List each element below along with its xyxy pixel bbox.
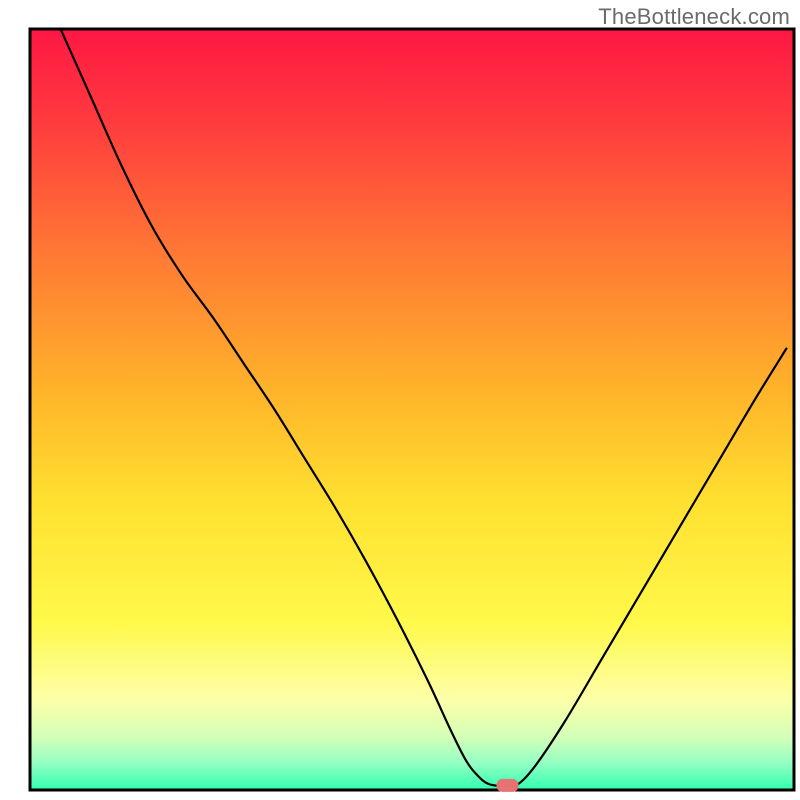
watermark-text: TheBottleneck.com (598, 4, 790, 30)
optimal-point-marker (497, 779, 519, 792)
chart-container: TheBottleneck.com (0, 0, 800, 800)
plot-background (30, 29, 794, 790)
bottleneck-chart (0, 0, 800, 800)
